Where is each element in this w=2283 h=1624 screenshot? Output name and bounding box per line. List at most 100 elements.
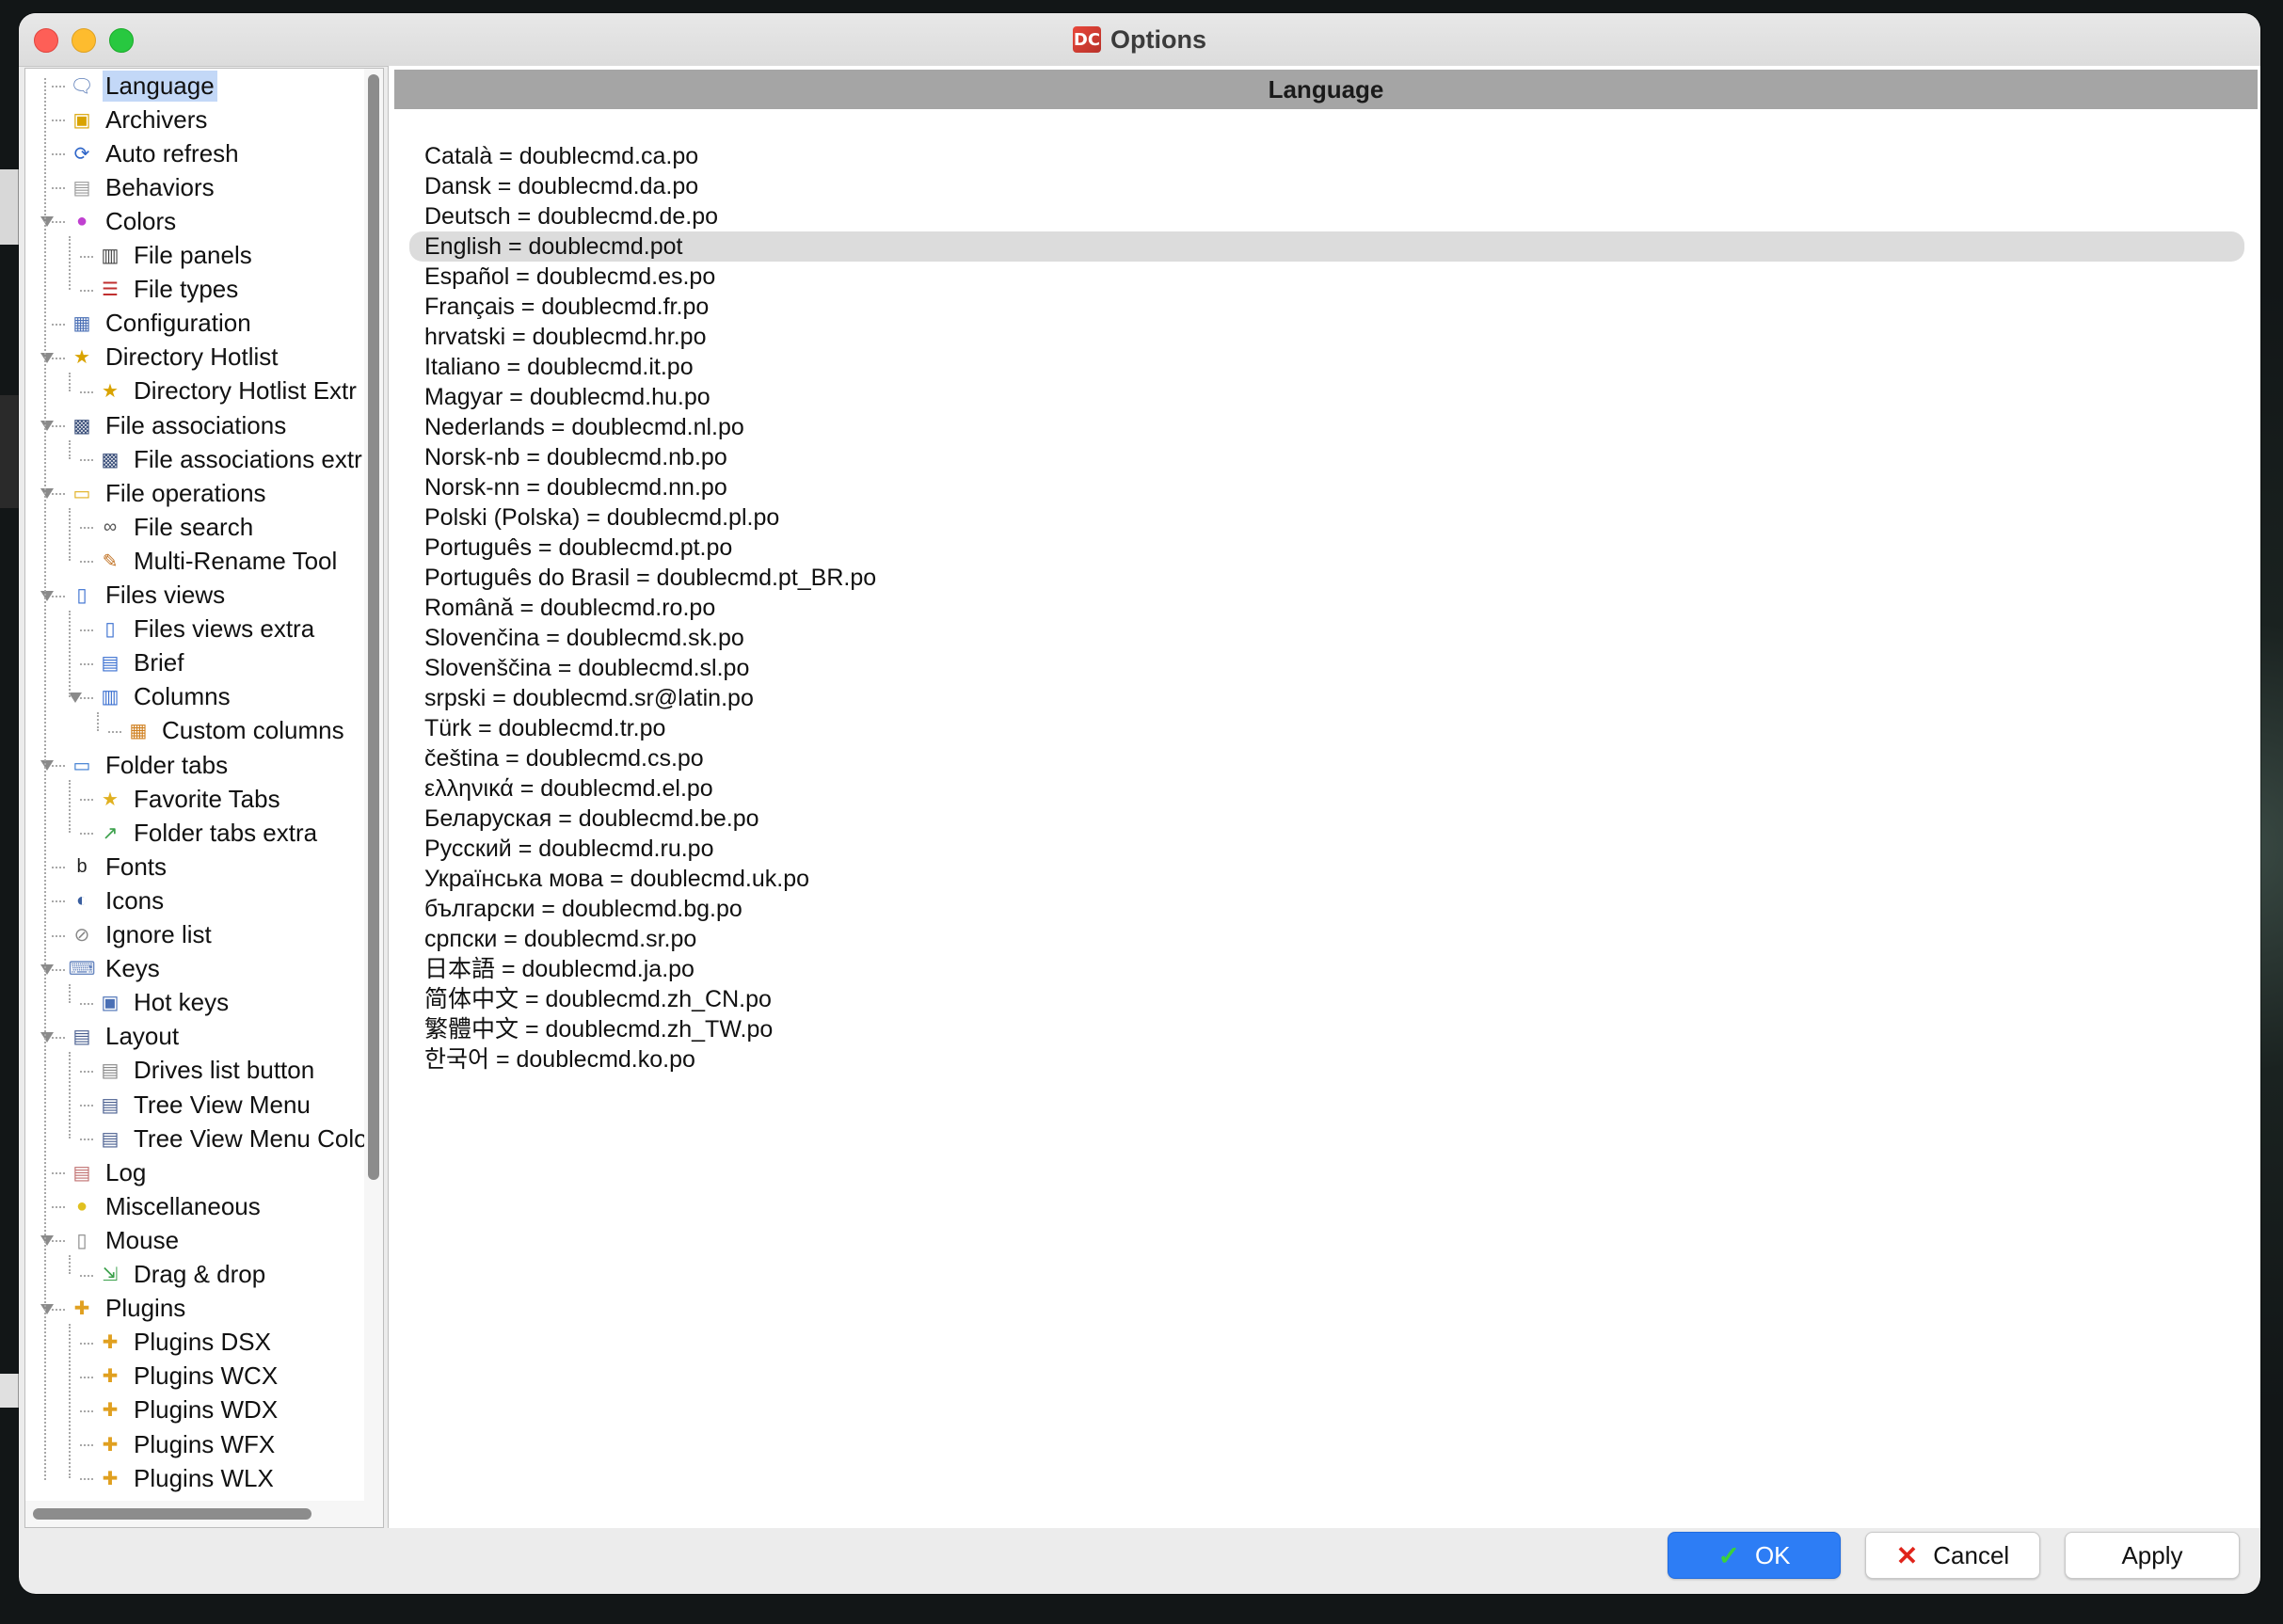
language-list-item[interactable]: Português = doublecmd.pt.po	[409, 533, 2244, 563]
tree-item-file-panels[interactable]: ▥ File panels	[97, 239, 255, 273]
tree-item-configuration[interactable]: ▦ Configuration	[69, 307, 254, 341]
expand-arrow-icon[interactable]	[40, 421, 54, 431]
tree-item-drag-drop[interactable]: ⇲ Drag & drop	[97, 1258, 268, 1292]
language-list-item[interactable]: ελληνικά = doublecmd.el.po	[409, 773, 2244, 804]
tree-item-hot-keys[interactable]: ▣ Hot keys	[97, 986, 231, 1020]
language-list-item[interactable]: Türk = doublecmd.tr.po	[409, 713, 2244, 743]
language-list-item[interactable]: čeština = doublecmd.cs.po	[409, 743, 2244, 773]
language-list-item[interactable]: Беларуская = doublecmd.be.po	[409, 804, 2244, 834]
expand-arrow-icon[interactable]	[40, 1031, 54, 1043]
tree-item-folder-tabs[interactable]: ▭ Folder tabs	[69, 748, 231, 782]
file-associations-icon: ▩	[72, 415, 91, 437]
vertical-scrollbar-thumb[interactable]	[368, 74, 379, 1180]
tree-item-plugins-wlx[interactable]: ✚ Plugins WLX	[97, 1461, 277, 1495]
language-list-item[interactable]: Dansk = doublecmd.da.po	[409, 171, 2244, 201]
tree-item-favorite-tabs[interactable]: ★ Favorite Tabs	[97, 782, 283, 816]
expand-arrow-icon[interactable]	[40, 1235, 54, 1247]
language-list-item[interactable]: Slovenščina = doublecmd.sl.po	[409, 653, 2244, 683]
tree-guide-line	[69, 236, 71, 290]
language-list-item[interactable]: Português do Brasil = doublecmd.pt_BR.po	[409, 563, 2244, 593]
tree-item-miscellaneous[interactable]: ● Miscellaneous	[69, 1189, 263, 1223]
language-list-item[interactable]: български = doublecmd.bg.po	[409, 894, 2244, 924]
tree-item-label: Language	[103, 70, 217, 102]
language-list-item[interactable]: Español = doublecmd.es.po	[409, 262, 2244, 292]
language-list-item[interactable]: 日本語 = doublecmd.ja.po	[409, 954, 2244, 984]
tree-guide-line	[80, 1105, 93, 1107]
apply-button[interactable]: Apply	[2065, 1532, 2240, 1579]
language-list-item[interactable]: Nederlands = doublecmd.nl.po	[409, 412, 2244, 442]
tree-item-multi-rename-tool[interactable]: ✎ Multi-Rename Tool	[97, 544, 340, 578]
language-list-item[interactable]: Français = doublecmd.fr.po	[409, 292, 2244, 322]
tree-item-plugins[interactable]: ✚ Plugins	[69, 1292, 188, 1326]
tree-item-mouse[interactable]: ▯ Mouse	[69, 1223, 182, 1257]
tree-item-keys[interactable]: ⌨ Keys	[69, 952, 163, 986]
language-list[interactable]: Català = doublecmd.ca.po Dansk = doublecm…	[409, 141, 2244, 1075]
tree-item-directory-hotlist[interactable]: ★ Directory Hotlist	[69, 341, 280, 374]
tree-item-plugins-wfx[interactable]: ✚ Plugins WFX	[97, 1427, 278, 1461]
tree-item-fonts[interactable]: b Fonts	[69, 850, 169, 884]
cancel-button[interactable]: ✕ Cancel	[1865, 1532, 2040, 1579]
language-list-item[interactable]: English = doublecmd.pot	[409, 231, 2244, 262]
tree-item-language[interactable]: 🗨 Language	[69, 69, 217, 103]
expand-arrow-icon[interactable]	[40, 216, 54, 228]
tree-item-tree-view-menu-colo[interactable]: ▤ Tree View Menu Colo	[97, 1122, 371, 1155]
tree-item-log[interactable]: ▤ Log	[69, 1155, 149, 1189]
tree-item-directory-hotlist-extr[interactable]: ★ Directory Hotlist Extr	[97, 374, 359, 408]
tree-item-file-types[interactable]: ☰ File types	[97, 273, 241, 307]
tree-item-plugins-wcx[interactable]: ✚ Plugins WCX	[97, 1360, 280, 1393]
horizontal-scrollbar-thumb[interactable]	[33, 1508, 311, 1520]
expand-arrow-icon[interactable]	[40, 1303, 54, 1314]
checkmark-icon: ✓	[1717, 1540, 1740, 1570]
tree-item-auto-refresh[interactable]: ⟳ Auto refresh	[69, 136, 242, 170]
tree-item-file-associations-extr[interactable]: ▩ File associations extr	[97, 442, 365, 476]
tree-item-behaviors[interactable]: ▤ Behaviors	[69, 170, 217, 204]
language-list-item[interactable]: Català = doublecmd.ca.po	[409, 141, 2244, 171]
language-list-item[interactable]: 繁體中文 = doublecmd.zh_TW.po	[409, 1014, 2244, 1044]
tree-item-columns[interactable]: ▥ Columns	[97, 680, 233, 714]
tree-item-tree-view-menu[interactable]: ▤ Tree View Menu	[97, 1088, 313, 1122]
language-list-item[interactable]: 简体中文 = doublecmd.zh_CN.po	[409, 984, 2244, 1014]
expand-arrow-icon[interactable]	[69, 692, 82, 703]
language-list-item[interactable]: Italiano = doublecmd.it.po	[409, 352, 2244, 382]
tree-item-label: Plugins WLX	[134, 1463, 274, 1492]
tree-item-colors[interactable]: ● Colors	[69, 204, 179, 238]
language-list-item[interactable]: Norsk-nn = doublecmd.nn.po	[409, 472, 2244, 502]
tree-item-folder-tabs-extra[interactable]: ↗ Folder tabs extra	[97, 816, 320, 850]
tree-item-custom-columns[interactable]: ▦ Custom columns	[125, 714, 347, 748]
tree-item-files-views-extra[interactable]: ▯ Files views extra	[97, 613, 317, 646]
language-list-item[interactable]: Română = doublecmd.ro.po	[409, 593, 2244, 623]
language-list-item[interactable]: Slovenčina = doublecmd.sk.po	[409, 623, 2244, 653]
folder-star-icon: ★	[102, 381, 119, 403]
tree-item-ignore-list[interactable]: ⊘ Ignore list	[69, 918, 215, 952]
language-list-item[interactable]: Magyar = doublecmd.hu.po	[409, 382, 2244, 412]
tree-item-file-operations[interactable]: ▭ File operations	[69, 476, 269, 510]
ok-button[interactable]: ✓ OK	[1668, 1532, 1841, 1579]
expand-arrow-icon[interactable]	[40, 590, 54, 601]
language-list-item[interactable]: 한국어 = doublecmd.ko.po	[409, 1044, 2244, 1075]
expand-arrow-icon[interactable]	[40, 488, 54, 500]
tree-item-layout[interactable]: ▤ Layout	[69, 1020, 182, 1054]
options-tree[interactable]: 🗨 Language ▣ Archivers ⟳ Auto refresh ▤ Behavio…	[24, 68, 384, 1528]
language-list-item[interactable]: srpski = doublecmd.sr@latin.po	[409, 683, 2244, 713]
language-list-item[interactable]: српски = doublecmd.sr.po	[409, 924, 2244, 954]
tree-guide-line	[80, 527, 93, 530]
tree-item-icons[interactable]: ◐ Icons	[69, 884, 167, 917]
tree-item-plugins-dsx[interactable]: ✚ Plugins DSX	[97, 1326, 274, 1360]
language-list-item[interactable]: hrvatski = doublecmd.hr.po	[409, 322, 2244, 352]
tree-item-file-associations[interactable]: ▩ File associations	[69, 408, 289, 442]
language-list-item[interactable]: Українська мова = doublecmd.uk.po	[409, 864, 2244, 894]
expand-arrow-icon[interactable]	[40, 760, 54, 771]
tree-item-label: File panels	[134, 241, 252, 269]
language-list-item[interactable]: Русский = doublecmd.ru.po	[409, 834, 2244, 864]
language-list-item[interactable]: Deutsch = doublecmd.de.po	[409, 201, 2244, 231]
tree-item-archivers[interactable]: ▣ Archivers	[69, 103, 210, 136]
tree-item-drives-list-button[interactable]: ▤ Drives list button	[97, 1054, 317, 1088]
language-list-item[interactable]: Norsk-nb = doublecmd.nb.po	[409, 442, 2244, 472]
expand-arrow-icon[interactable]	[40, 352, 54, 363]
language-list-item[interactable]: Polski (Polska) = doublecmd.pl.po	[409, 502, 2244, 533]
expand-arrow-icon[interactable]	[40, 963, 54, 975]
tree-item-plugins-wdx[interactable]: ✚ Plugins WDX	[97, 1393, 280, 1427]
tree-item-file-search[interactable]: ∞ File search	[97, 510, 256, 544]
tree-item-files-views[interactable]: ▯ Files views	[69, 579, 228, 613]
tree-item-brief[interactable]: ▤ Brief	[97, 646, 186, 680]
